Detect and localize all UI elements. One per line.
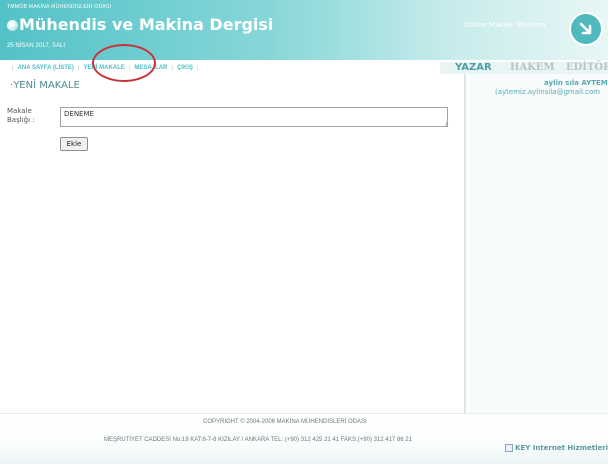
label-line-1: Makale [7,107,32,115]
org-name: TMMOB MAKİNA MÜHENDİSLERİ ODASI [7,4,112,10]
article-title-input[interactable]: DENEME [60,107,448,127]
nav-separator: | [77,65,80,71]
column-divider [464,74,466,414]
page-title: ·YENİ MAKALE [10,80,80,91]
arrow-icon [579,22,592,35]
highlight-annotation [92,44,156,82]
tab-author[interactable]: YAZAR [455,62,492,73]
article-title-label: Makale Başlığı : [7,107,35,125]
key-logo-text: KEY Internet Hizmetleri [515,444,608,452]
broken-image-icon [505,444,513,452]
user-name-link[interactable]: aylin sıla AYTEM [544,79,608,87]
key-internet-logo[interactable]: KEY Internet Hizmetleri [505,444,608,452]
online-management-label: Online Makale Yönetimi [464,21,546,29]
arrow-circle-icon[interactable] [569,12,603,46]
user-email: (aytemiz.aylinsila@gmail.com [495,88,601,96]
nav-separator: | [196,65,199,71]
nav-item-home-list[interactable]: ANA SAYFA (LİSTE) [18,65,74,71]
journal-title: Mühendis ve Makina Dergisi [19,15,274,34]
label-line-2: Başlığı : [7,116,35,124]
add-button[interactable]: Ekle [60,137,88,151]
side-panel [470,74,608,414]
copyright-text: COPYRIGHT © 2004-2006 MAKİNA MÜHENDİSLER… [203,419,367,425]
tab-reviewer[interactable]: HAKEM [510,62,555,73]
tab-editor[interactable]: EDİTÖR [566,62,608,73]
nav-separator: | [12,65,14,71]
nav-item-logout[interactable]: ÇIKIŞ [177,65,193,71]
page-title-text: YENİ MAKALE [13,80,80,91]
current-date: 25 NİSAN 2017, SALI [7,43,66,49]
address-text: MEŞRUTİYET CADDESİ No:19 KAT:6-7-8 KIZIL… [104,437,412,443]
nav-separator: | [171,65,173,71]
logo-inner [571,14,601,44]
brand-globe-icon [7,20,18,31]
